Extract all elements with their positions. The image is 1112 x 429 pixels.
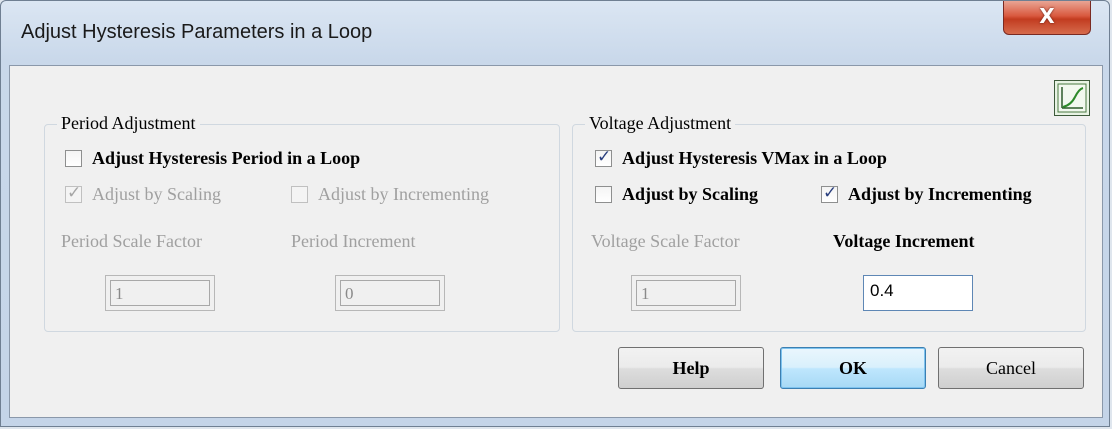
voltage-scale-factor-field[interactable]: 1 (631, 275, 741, 311)
close-icon: X (1039, 4, 1055, 28)
title-bar[interactable]: Adjust Hysteresis Parameters in a Loop X (1, 1, 1109, 65)
period-increment-value: 0 (340, 280, 440, 306)
period-loop-checkbox[interactable] (65, 149, 82, 167)
help-button[interactable]: Help (618, 347, 764, 389)
voltage-loop-checkbox-row[interactable]: ✓ Adjust Hysteresis VMax in a Loop (595, 147, 887, 169)
period-increment-label: Period Increment (291, 231, 416, 251)
graph-icon (1057, 83, 1087, 113)
voltage-scale-factor-label: Voltage Scale Factor (591, 231, 740, 251)
window-title: Adjust Hysteresis Parameters in a Loop (21, 21, 373, 43)
dialog-window: Adjust Hysteresis Parameters in a Loop X… (0, 0, 1110, 427)
voltage-adjustment-group: Voltage Adjustment ✓ Adjust Hysteresis V… (572, 113, 1086, 332)
period-scale-factor-field[interactable]: 1 (105, 275, 215, 311)
period-adjustment-group: Period Adjustment Adjust Hysteresis Peri… (44, 113, 560, 332)
check-icon: ✓ (823, 182, 838, 203)
period-scale-factor-value: 1 (110, 280, 210, 306)
voltage-loop-label: Adjust Hysteresis VMax in a Loop (622, 147, 887, 168)
voltage-scaling-checkbox[interactable] (595, 185, 612, 203)
dialog-client-area: Period Adjustment Adjust Hysteresis Peri… (9, 65, 1103, 418)
voltage-scaling-checkbox-row[interactable]: Adjust by Scaling (595, 183, 758, 205)
period-scale-factor-label: Period Scale Factor (61, 231, 202, 251)
period-incrementing-label: Adjust by Incrementing (318, 183, 489, 204)
period-loop-label: Adjust Hysteresis Period in a Loop (92, 147, 361, 168)
voltage-incrementing-checkbox[interactable]: ✓ (821, 182, 838, 203)
period-scaling-checkbox[interactable]: ✓ (65, 182, 82, 203)
period-adjustment-legend: Period Adjustment (57, 113, 200, 134)
voltage-adjustment-legend: Voltage Adjustment (585, 113, 736, 134)
period-scaling-label: Adjust by Scaling (92, 183, 221, 204)
voltage-increment-value: 0.4 (870, 281, 894, 300)
voltage-incrementing-checkbox-row[interactable]: ✓ Adjust by Incrementing (821, 183, 1032, 205)
cancel-button[interactable]: Cancel (938, 347, 1084, 389)
voltage-increment-input[interactable]: 0.4 (863, 275, 973, 311)
period-increment-field[interactable]: 0 (335, 275, 445, 311)
period-loop-checkbox-row[interactable]: Adjust Hysteresis Period in a Loop (65, 147, 360, 169)
voltage-increment-label: Voltage Increment (833, 231, 975, 251)
voltage-loop-checkbox[interactable]: ✓ (595, 146, 612, 167)
voltage-scaling-label: Adjust by Scaling (622, 183, 759, 204)
voltage-scale-factor-value: 1 (636, 280, 736, 306)
graph-button[interactable] (1054, 80, 1090, 116)
period-scaling-checkbox-row[interactable]: ✓ Adjust by Scaling (65, 183, 221, 205)
period-incrementing-checkbox[interactable] (291, 185, 308, 203)
close-button[interactable]: X (1003, 1, 1091, 35)
period-incrementing-checkbox-row[interactable]: Adjust by Incrementing (291, 183, 489, 205)
check-icon: ✓ (597, 146, 612, 167)
ok-button[interactable]: OK (780, 347, 926, 389)
check-icon: ✓ (67, 182, 82, 203)
voltage-incrementing-label: Adjust by Incrementing (848, 183, 1032, 204)
